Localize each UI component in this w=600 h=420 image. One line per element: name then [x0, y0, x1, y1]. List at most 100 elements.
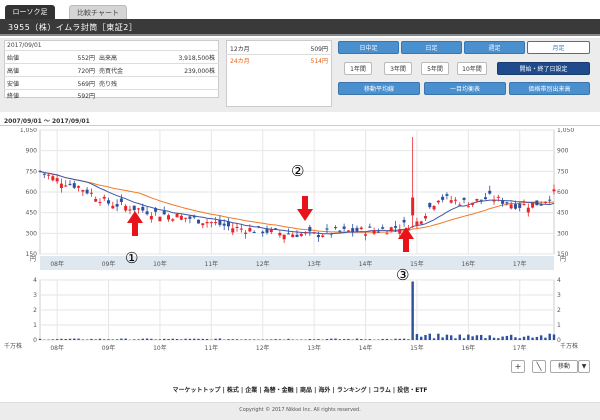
- info-row-open: 始値 552円 出来高 3,918,500株: [7, 53, 217, 62]
- candle-body: [128, 209, 132, 211]
- candle-body: [98, 202, 102, 204]
- x-tick-label: 09年: [102, 344, 116, 352]
- footer-link-commodities[interactable]: 商品: [300, 387, 312, 394]
- price-tick-label: 300: [26, 230, 38, 237]
- zoom-in-button[interactable]: +: [511, 360, 525, 373]
- candle-body: [94, 198, 98, 202]
- move-mode-button[interactable]: 移動: [550, 360, 578, 373]
- candle-body: [226, 221, 230, 227]
- candle-body: [162, 211, 166, 215]
- candle-body: [171, 219, 175, 221]
- candle-body: [107, 200, 111, 204]
- volume-x-axis: 08年 09年 10年 11年 12年 13年 14年 15年 16年 17年: [50, 344, 526, 352]
- candle-body: [111, 205, 115, 209]
- high-label: 高値: [7, 68, 20, 75]
- moving-average-button[interactable]: 移動平均線: [338, 82, 420, 95]
- footer-nav: マーケットトップ | 株式 | 企業 | 為替・金融 | 商品 | 海外 | ラ…: [172, 387, 428, 394]
- volume-profile-button[interactable]: 価格帯別出来高: [509, 82, 590, 95]
- footer-link-stocks[interactable]: 株式: [227, 387, 239, 394]
- candle-body: [265, 228, 269, 233]
- x-tick-label: 08年: [50, 344, 64, 352]
- span-5y-button[interactable]: 5年間: [421, 62, 449, 75]
- volume-bar: [535, 336, 539, 340]
- tab-candlestick[interactable]: ローソク足: [5, 5, 55, 19]
- price-chart[interactable]: 1,050900750600450300150 1,05090075060045…: [0, 128, 600, 274]
- volume-bar: [492, 337, 496, 340]
- draw-line-button[interactable]: ╲: [532, 360, 546, 373]
- volume-value: 3,918,500株: [178, 55, 215, 62]
- price-tick-label: 450: [557, 210, 569, 217]
- candle-body: [518, 203, 522, 208]
- period-intraday-button[interactable]: 日中足: [338, 41, 399, 54]
- annotation-2: ②: [291, 162, 305, 180]
- candle-body: [77, 186, 81, 188]
- candle-body: [201, 223, 205, 226]
- short-label: 売り残: [99, 81, 118, 88]
- volume-tick-label: 0: [33, 337, 37, 344]
- span-1y-button[interactable]: 1年間: [344, 62, 372, 75]
- footer-link-market-top[interactable]: マーケットトップ: [172, 387, 220, 394]
- ichimoku-button[interactable]: 一目均衡表: [424, 82, 506, 95]
- candle-body: [394, 226, 398, 228]
- volume-chart[interactable]: 4 3 2 1 0 4 3 2 1 0 08年 09年 10年 11年 12年 13年 14年 15年 16年 1…: [0, 276, 600, 354]
- candle-body: [282, 234, 286, 240]
- volume-bar: [227, 339, 230, 340]
- period-monthly-button[interactable]: 月足: [527, 41, 590, 54]
- tab-compare-chart[interactable]: 比較チャート: [69, 5, 127, 19]
- candle-body: [38, 170, 42, 172]
- footer-link-funds[interactable]: 投信・ETF: [397, 387, 427, 394]
- volume-bar: [274, 339, 277, 340]
- candle-body: [368, 226, 372, 228]
- volume-bar: [270, 339, 273, 340]
- volume-bar: [317, 339, 320, 340]
- volume-bar: [342, 339, 346, 340]
- candle-body: [449, 200, 453, 203]
- footer-link-overseas[interactable]: 海外: [318, 387, 330, 394]
- candle-body: [496, 196, 500, 198]
- candle-body: [389, 227, 393, 232]
- footer-link-companies[interactable]: 企業: [245, 387, 257, 394]
- close-label: 終値: [7, 93, 20, 100]
- x-tick-label: 16年: [462, 344, 476, 352]
- candle-body: [244, 232, 248, 234]
- footer-link-fx[interactable]: 為替・金融: [264, 387, 294, 394]
- date-range-label: 2007/09/01 〜 2017/09/01: [4, 118, 90, 125]
- volume-bar: [73, 338, 76, 340]
- volume-bar: [522, 336, 526, 340]
- span-10y-button[interactable]: 10年間: [457, 62, 487, 75]
- move-mode-dropdown[interactable]: ▼: [578, 360, 590, 373]
- candle-body: [239, 228, 243, 230]
- set-date-range-button[interactable]: 開始・終了日設定: [497, 62, 590, 75]
- volume-bar: [420, 336, 423, 340]
- volume-bar: [402, 338, 406, 340]
- footer-link-column[interactable]: コラム: [373, 387, 391, 394]
- candle-body: [286, 233, 290, 235]
- volume-bar: [68, 338, 72, 340]
- candle-body: [102, 196, 106, 199]
- candle-body: [81, 190, 85, 192]
- volume-bar: [38, 338, 42, 340]
- period-daily-button[interactable]: 日足: [401, 41, 462, 54]
- candle-body: [543, 201, 547, 203]
- info-date: 2017/09/01: [7, 42, 42, 49]
- candle-body: [462, 198, 466, 200]
- price-tick-label: 1,050: [557, 128, 574, 134]
- candle-body: [145, 211, 149, 215]
- period-weekly-button[interactable]: 週足: [464, 41, 525, 54]
- span-3y-button[interactable]: 3年間: [384, 62, 412, 75]
- volume-bar: [137, 339, 140, 340]
- volume-bar: [98, 338, 102, 340]
- price-y-axis-right: 1,050900750600450300150: [557, 128, 574, 258]
- volume-bar: [347, 338, 350, 340]
- footer-link-ranking[interactable]: ランキング: [337, 387, 367, 394]
- volume-bar: [201, 338, 204, 340]
- candle-body: [522, 204, 526, 206]
- volume-bar: [415, 334, 419, 340]
- candle-body: [479, 199, 483, 201]
- candle-body: [432, 205, 436, 210]
- volume-tick-label: 1: [33, 322, 37, 329]
- volume-bar: [450, 335, 453, 340]
- candle-body: [278, 232, 282, 236]
- divider: [4, 89, 219, 90]
- volume-bar: [454, 338, 457, 340]
